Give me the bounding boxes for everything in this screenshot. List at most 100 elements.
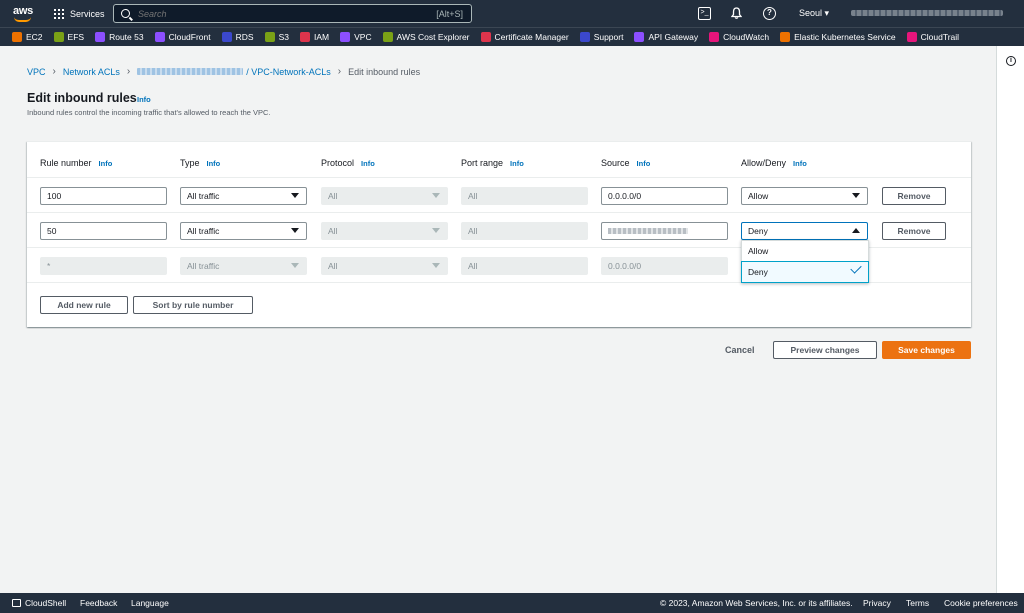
language-link[interactable]: Language [131,598,169,608]
footer: CloudShell Feedback Language © 2023, Ama… [0,593,1024,613]
breadcrumb-current: Edit inbound rules [348,66,421,77]
redacted-acl-id[interactable] [137,68,244,75]
service-icon [906,32,917,42]
favorite-api-gateway[interactable]: API Gateway [634,32,698,42]
service-icon [154,32,165,42]
dropdown-option-allow[interactable]: Allow [742,241,868,261]
row-divider [27,212,971,213]
port-range-input: All [461,222,588,240]
account-menu[interactable] [851,10,1003,16]
breadcrumb-vpc[interactable]: VPC [27,67,46,77]
breadcrumb-acl-name[interactable]: / VPC-Network-ACLs [246,67,331,77]
services-menu[interactable]: Services [54,8,105,19]
caret-down-icon [432,263,440,268]
caret-down-icon [432,228,440,233]
services-label: Services [70,8,105,19]
search-input[interactable] [138,8,418,19]
search-bar[interactable]: [Alt+S] [113,4,472,23]
favorite-label: CloudFront [168,32,211,42]
port-range-info-link[interactable]: Info [510,159,524,168]
service-icon [709,32,720,42]
favorite-certificate-manager[interactable]: Certificate Manager [480,32,569,42]
favorite-cloudwatch[interactable]: CloudWatch [709,32,769,42]
caret-down-icon [291,193,299,198]
cloudshell-icon[interactable]: >_ [698,7,711,20]
allow-deny-info-link[interactable]: Info [793,159,807,168]
help-icon[interactable]: ? [763,7,776,20]
favorite-rds[interactable]: RDS [221,32,254,42]
service-icon [53,32,64,42]
type-select: All traffic [180,257,307,275]
service-icon [12,32,22,42]
favorite-label: CloudWatch [723,32,770,42]
favorite-ec2[interactable]: EC2 [12,32,43,42]
save-changes-button[interactable]: Save changes [882,341,971,359]
preview-changes-button[interactable]: Preview changes [773,341,877,359]
service-icon [634,32,645,42]
caret-down-icon [432,193,440,198]
source-info-link[interactable]: Info [637,159,651,168]
favorite-iam[interactable]: IAM [300,32,329,42]
allow-deny-select[interactable]: Deny [741,222,868,240]
service-icon [300,32,310,42]
favorite-aws-cost-explorer[interactable]: AWS Cost Explorer [382,32,470,42]
caret-down-icon [291,228,299,233]
region-selector[interactable]: Seoul ▾ [799,8,829,19]
favorite-label: EFS [67,32,85,42]
cookie-preferences-link[interactable]: Cookie preferences [944,598,1018,608]
page-title: Edit inbound rules [27,91,137,105]
favorite-vpc[interactable]: VPC [340,32,372,42]
rule-number-info-link[interactable]: Info [99,159,113,168]
aws-logo[interactable]: aws [12,5,34,23]
type-info-link[interactable]: Info [207,159,221,168]
bell-icon[interactable] [730,7,743,20]
cloudshell-link[interactable]: CloudShell [12,598,66,608]
top-navigation: aws Services [Alt+S] >_ ? Seoul ▾ [0,0,1024,27]
service-icon [95,32,106,42]
terms-link[interactable]: Terms [906,598,929,608]
port-range-input: All [461,187,588,205]
rule-number-input[interactable]: 50 [40,222,167,240]
service-icon [780,32,791,42]
privacy-link[interactable]: Privacy [863,598,891,608]
favorite-efs[interactable]: EFS [53,32,85,42]
protocol-info-link[interactable]: Info [361,159,375,168]
type-select[interactable]: All traffic [180,222,307,240]
remove-button[interactable]: Remove [882,222,946,240]
allow-deny-select[interactable]: Allow [741,187,868,205]
type-select[interactable]: All traffic [180,187,307,205]
favorite-s3[interactable]: S3 [264,32,289,42]
protocol-select: All [321,222,448,240]
caret-up-icon [852,228,860,233]
favorite-label: VPC [354,32,372,42]
cancel-button[interactable]: Cancel [725,345,755,355]
favorite-cloudfront[interactable]: CloudFront [154,32,211,42]
dropdown-option-deny[interactable]: Deny [741,261,869,283]
redacted-source-cidr [608,228,688,234]
service-icon [340,32,351,42]
remove-button[interactable]: Remove [882,187,946,205]
favorite-label: API Gateway [648,32,699,42]
allow-deny-dropdown: Allow Deny [741,240,869,283]
feedback-link[interactable]: Feedback [80,598,117,608]
source-input[interactable]: 0.0.0.0/0 [601,187,728,205]
add-new-rule-button[interactable]: Add new rule [40,296,128,314]
service-icon [579,32,590,42]
info-panel-icon[interactable]: i [1006,56,1016,66]
favorite-label: Certificate Manager [494,32,569,42]
favorite-elastic-kubernetes-service[interactable]: Elastic Kubernetes Service [780,32,896,42]
rule-number-input[interactable]: 100 [40,187,167,205]
title-info-link[interactable]: Info [137,95,151,104]
favorite-cloudtrail[interactable]: CloudTrail [906,32,959,42]
caret-down-icon [291,263,299,268]
favorite-route-53[interactable]: Route 53 [95,32,144,42]
favorites-bar: EC2 EFS Route 53 CloudFront RDS S3 IAM VPC AWS C… [0,27,1024,46]
sort-by-rule-number-button[interactable]: Sort by rule number [133,296,253,314]
breadcrumb-network-acls[interactable]: Network ACLs [63,67,120,77]
row-divider [27,177,971,178]
source-input[interactable] [601,222,728,240]
favorite-support[interactable]: Support [579,32,623,42]
page-subtitle: Inbound rules control the incoming traff… [27,108,271,117]
col-port-range: Port range Info [461,158,524,168]
cloudshell-icon [12,599,21,607]
